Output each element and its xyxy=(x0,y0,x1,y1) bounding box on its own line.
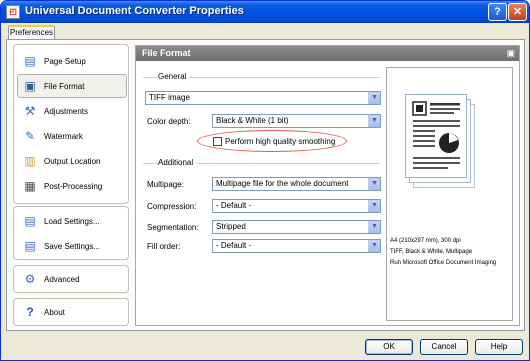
smoothing-checkbox[interactable] xyxy=(213,137,222,146)
adjustments-icon: ⚒ xyxy=(24,104,36,118)
color-depth-label: Color depth: xyxy=(147,117,191,126)
compression-select[interactable]: - Default - ▼ xyxy=(212,199,381,213)
fill-order-label: Fill order: xyxy=(147,242,181,251)
page-front xyxy=(405,94,467,178)
file-format-select-value: TIFF image xyxy=(149,93,190,102)
additional-label: Additional xyxy=(158,158,197,167)
chevron-down-icon: ▼ xyxy=(368,240,380,252)
properties-window: ◰ Universal Document Converter Propertie… xyxy=(0,0,530,361)
watermark-icon: ✎ xyxy=(24,129,36,143)
document-preview-icon xyxy=(405,94,481,198)
panel-title: File Format xyxy=(142,48,191,58)
segmentation-label: Segmentation: xyxy=(147,223,199,232)
help-button[interactable]: Help xyxy=(475,339,523,355)
color-depth-select[interactable]: Black & White (1 bit) ▼ xyxy=(212,114,381,128)
compression-select-value: - Default - xyxy=(216,201,252,210)
app-icon: ◰ xyxy=(6,5,20,19)
sidebar-item-page-setup[interactable]: ▤ Page Setup xyxy=(17,49,127,73)
segmentation-select[interactable]: Stripped ▼ xyxy=(212,220,381,234)
sidebar-group-advanced: ⚙ Advanced xyxy=(13,265,129,293)
compression-label: Compression: xyxy=(147,202,197,211)
fill-order-select[interactable]: - Default - ▼ xyxy=(212,239,381,253)
sidebar-item-load-settings[interactable]: ▤ Load Settings... xyxy=(17,209,127,233)
cancel-button[interactable]: Cancel xyxy=(420,339,468,355)
page-setup-icon: ▤ xyxy=(24,54,36,68)
chevron-down-icon: ▼ xyxy=(368,115,380,127)
save-settings-icon: ▤ xyxy=(24,239,36,253)
post-processing-icon: ▦ xyxy=(24,179,36,193)
sidebar-item-output-location[interactable]: ▥ Output Location xyxy=(17,149,127,173)
sidebar-item-watermark[interactable]: ✎ Watermark xyxy=(17,124,127,148)
ok-button[interactable]: OK xyxy=(365,339,413,355)
panel-header-icon: ▣ xyxy=(506,48,515,58)
title-bar[interactable]: ◰ Universal Document Converter Propertie… xyxy=(1,1,529,23)
file-format-icon: ▣ xyxy=(24,79,36,93)
sidebar-item-about[interactable]: ? About xyxy=(17,300,127,324)
chevron-down-icon: ▼ xyxy=(368,200,380,212)
fill-order-select-value: - Default - xyxy=(216,241,252,250)
sidebar-item-label: Output Location xyxy=(44,157,101,166)
sidebar-item-label: File Format xyxy=(44,82,85,91)
load-settings-icon: ▤ xyxy=(24,214,36,228)
sidebar-item-label: Page Setup xyxy=(44,57,86,66)
output-location-icon: ▥ xyxy=(24,154,36,168)
chevron-down-icon: ▼ xyxy=(368,178,380,190)
chevron-down-icon: ▼ xyxy=(368,92,380,104)
multipage-label: Multipage: xyxy=(147,180,184,189)
advanced-icon: ⚙ xyxy=(24,272,36,286)
sidebar-item-label: Post-Processing xyxy=(44,182,103,191)
color-depth-select-value: Black & White (1 bit) xyxy=(216,116,289,125)
multipage-select-value: Multipage file for the whole document xyxy=(216,179,349,188)
sidebar-item-advanced[interactable]: ⚙ Advanced xyxy=(17,267,127,291)
sidebar-item-label: Advanced xyxy=(44,275,80,284)
sidebar-group-main: ▤ Page Setup ▣ File Format ⚒ Adjustments… xyxy=(13,44,129,204)
about-icon: ? xyxy=(26,305,34,319)
sidebar-group-about: ? About xyxy=(13,298,129,326)
sidebar-item-file-format[interactable]: ▣ File Format xyxy=(17,74,127,98)
document-illustration xyxy=(412,101,460,169)
multipage-select[interactable]: Multipage file for the whole document ▼ xyxy=(212,177,381,191)
sidebar-item-label: Load Settings... xyxy=(44,217,100,226)
smoothing-checkbox-label[interactable]: Perform high quality smoothing xyxy=(225,137,335,146)
window-title: Universal Document Converter Properties xyxy=(25,5,244,17)
sidebar-group-settings: ▤ Load Settings... ▤ Save Settings... xyxy=(13,206,129,260)
sidebar-item-save-settings[interactable]: ▤ Save Settings... xyxy=(17,234,127,258)
panel-header: File Format ▣ xyxy=(136,46,519,61)
file-format-select[interactable]: TIFF image ▼ xyxy=(145,91,381,105)
preview-info-line2: TIFF, Black & White, Multipage xyxy=(390,249,473,255)
general-label: General xyxy=(158,72,190,81)
sidebar-item-label: Save Settings... xyxy=(44,242,101,251)
close-button[interactable]: ✕ xyxy=(508,3,527,21)
preview-info-line3: Run Microsoft Office Document Imaging xyxy=(390,260,497,266)
preview-info-line1: A4 (210x297 mm), 300 dpi xyxy=(390,238,461,244)
chevron-down-icon: ▼ xyxy=(368,221,380,233)
tab-preferences[interactable]: Preferences xyxy=(8,25,55,40)
title-help-button[interactable]: ? xyxy=(488,3,507,21)
segmentation-select-value: Stripped xyxy=(216,222,246,231)
sidebar-item-label: About xyxy=(44,308,65,317)
sidebar-item-post-processing[interactable]: ▦ Post-Processing xyxy=(17,174,127,198)
sidebar-item-label: Adjustments xyxy=(44,107,89,116)
sidebar-item-adjustments[interactable]: ⚒ Adjustments xyxy=(17,99,127,123)
preview-pane: A4 (210x297 mm), 300 dpi TIFF, Black & W… xyxy=(386,67,513,321)
sidebar-item-label: Watermark xyxy=(44,132,83,141)
